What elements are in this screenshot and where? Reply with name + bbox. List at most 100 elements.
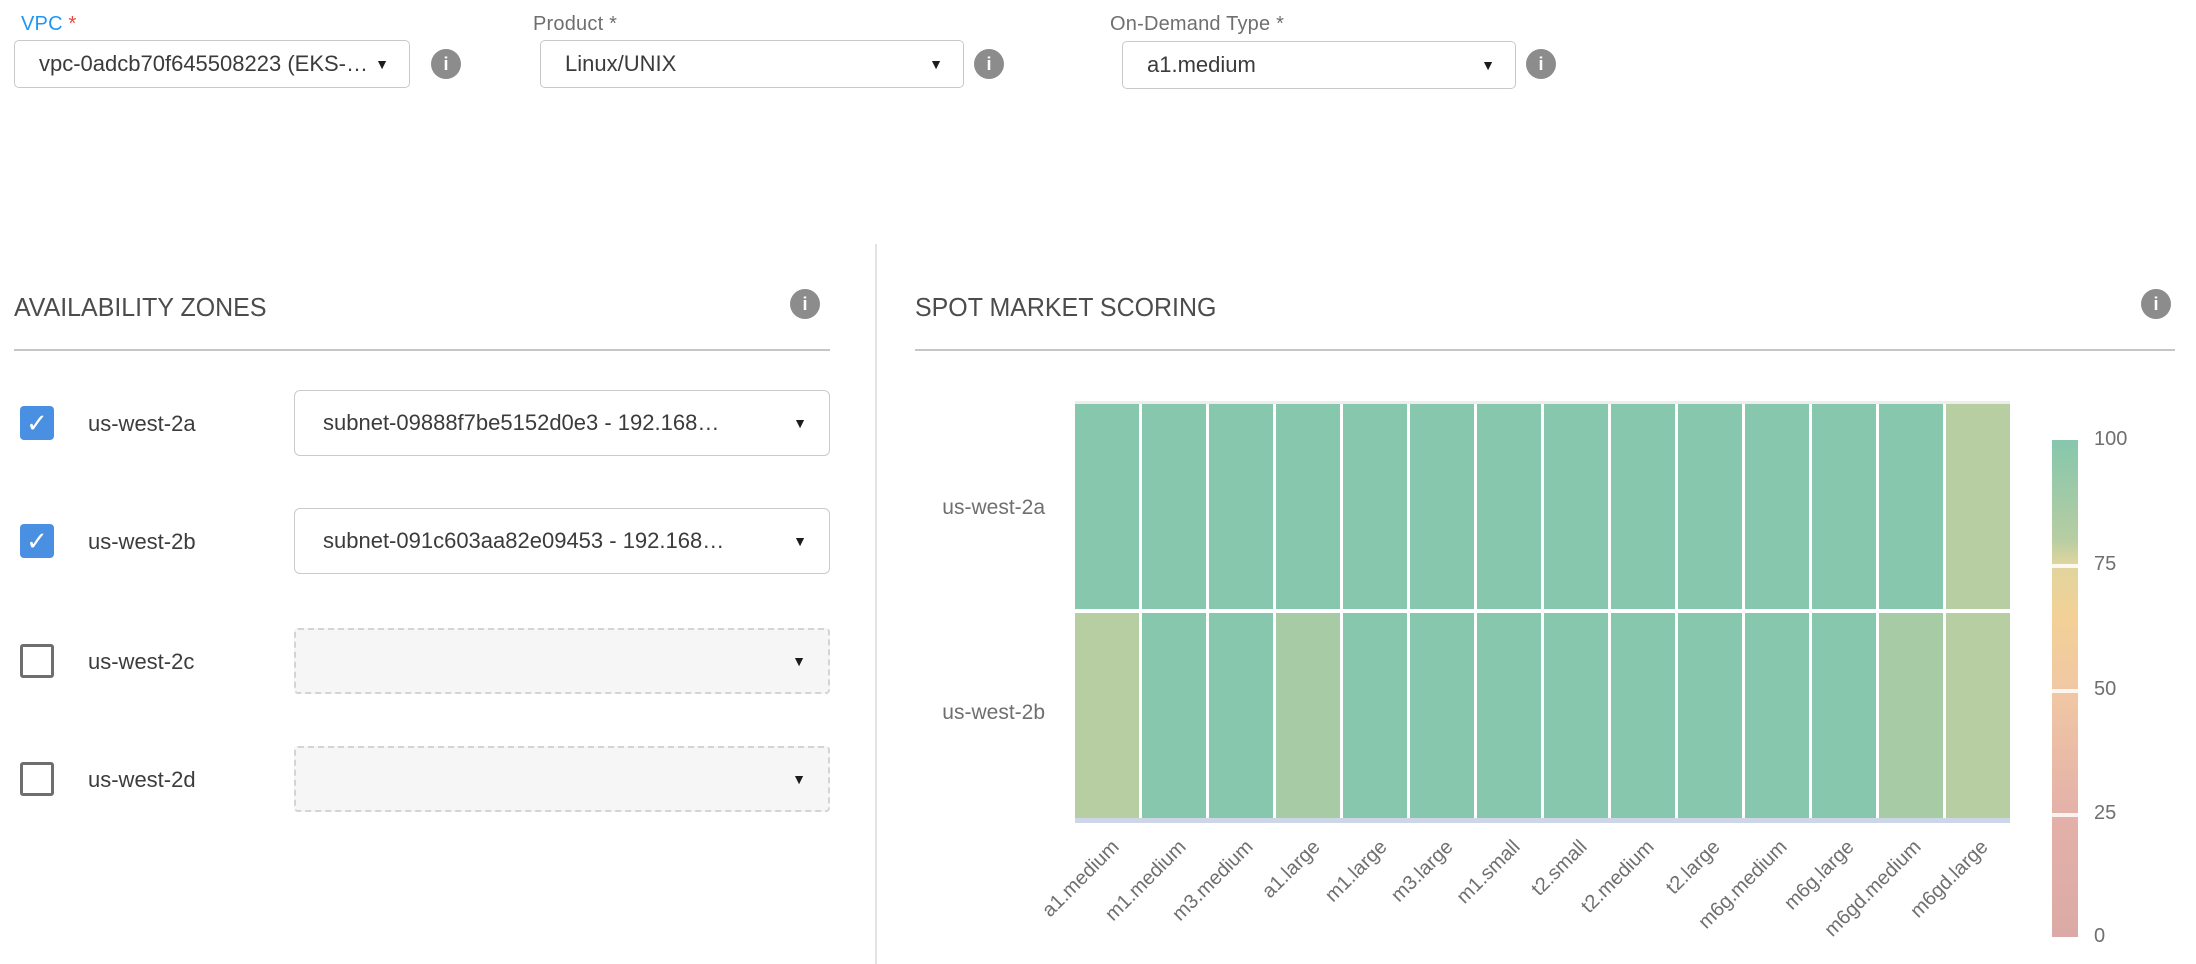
az-checkbox-us-west-2d[interactable] xyxy=(20,762,54,796)
az-checkbox-us-west-2a[interactable]: ✓ xyxy=(20,406,54,440)
az-checkbox-us-west-2b[interactable]: ✓ xyxy=(20,524,54,558)
heatmap-cell xyxy=(1946,404,2010,609)
product-select[interactable]: Linux/UNIX ▼ xyxy=(540,40,964,88)
heatmap-cell xyxy=(1477,404,1541,609)
heatmap-cell xyxy=(1209,613,1273,818)
checkmark-icon: ✓ xyxy=(26,526,48,557)
heatmap-cell xyxy=(1544,613,1608,818)
az-zone-label: us-west-2d xyxy=(88,767,196,793)
heatmap-cell xyxy=(1812,404,1876,609)
heatmap-cell xyxy=(1276,613,1340,818)
x-axis-label: t2.small xyxy=(1527,836,1592,901)
heatmap-cell xyxy=(1678,404,1742,609)
subnet-select-us-west-2a[interactable]: subnet-09888f7be5152d0e3 - 192.168… ▼ xyxy=(294,390,830,456)
colorbar-tick xyxy=(2052,813,2078,817)
heatmap-cell xyxy=(1946,613,2010,818)
subnet-select-value: subnet-09888f7be5152d0e3 - 192.168… xyxy=(295,410,793,436)
colorbar-tick xyxy=(2052,564,2078,568)
chevron-down-icon: ▼ xyxy=(1481,58,1495,72)
product-select-value: Linux/UNIX xyxy=(541,51,929,77)
x-axis-label: m1.small xyxy=(1453,836,1526,909)
heatmap-x-axis: a1.mediumm1.mediumm3.mediuma1.largem1.la… xyxy=(1075,822,2010,962)
heatmap-cell xyxy=(1678,613,1742,818)
x-axis-label: m3.large xyxy=(1387,836,1458,907)
heatmap-cell xyxy=(1142,404,1206,609)
az-zone-label: us-west-2b xyxy=(88,529,196,555)
vpc-label: VPC * xyxy=(21,13,76,36)
heatmap-cell xyxy=(1075,613,1139,818)
colorbar-tick xyxy=(2052,689,2078,693)
vpc-required-mark: * xyxy=(69,13,77,35)
subnet-select-us-west-2b[interactable]: subnet-091c603aa82e09453 - 192.168… ▼ xyxy=(294,508,830,574)
info-glyph: i xyxy=(443,54,448,75)
x-axis-label: t2.large xyxy=(1662,836,1725,899)
x-axis-label: m1.large xyxy=(1321,836,1392,907)
info-glyph: i xyxy=(2153,294,2158,315)
az-checkbox-us-west-2c[interactable] xyxy=(20,644,54,678)
heatmap-cell xyxy=(1075,404,1139,609)
heatmap-cell xyxy=(1611,404,1675,609)
heatmap-cell xyxy=(1343,613,1407,818)
availability-zones-title: AVAILABILITY ZONES xyxy=(14,292,266,323)
availability-zones-info-icon[interactable]: i xyxy=(790,289,820,319)
colorbar-tick-label: 50 xyxy=(2094,678,2116,701)
score-colorbar xyxy=(2052,440,2078,937)
on-demand-type-select-value: a1.medium xyxy=(1123,52,1481,78)
heatmap-row-label: us-west-2b xyxy=(880,701,1045,725)
x-axis-label: a1.large xyxy=(1258,836,1325,903)
spot-market-scoring-info-icon[interactable]: i xyxy=(2141,289,2171,319)
heatmap-cell xyxy=(1142,613,1206,818)
vpc-label-text: VPC xyxy=(21,13,63,35)
heatmap-cell xyxy=(1879,404,1943,609)
on-demand-type-label-text: On-Demand Type xyxy=(1110,13,1270,35)
info-glyph: i xyxy=(1538,54,1543,75)
subnet-select-value: subnet-091c603aa82e09453 - 192.168… xyxy=(295,528,793,554)
product-info-icon[interactable]: i xyxy=(974,49,1004,79)
heatmap-cell xyxy=(1343,404,1407,609)
heatmap-cell xyxy=(1745,613,1809,818)
heatmap-cell xyxy=(1209,404,1273,609)
az-zone-label: us-west-2a xyxy=(88,411,196,437)
spot-score-heatmap xyxy=(1075,404,2010,818)
vpc-select-value: vpc-0adcb70f645508223 (EKS-VPC) xyxy=(15,51,375,77)
section-divider xyxy=(875,244,877,964)
chevron-down-icon: ▼ xyxy=(793,416,807,430)
chevron-down-icon: ▼ xyxy=(793,534,807,548)
on-demand-type-label: On-Demand Type * xyxy=(1110,13,1284,36)
heatmap-cell xyxy=(1745,404,1809,609)
info-glyph: i xyxy=(802,294,807,315)
on-demand-type-required-mark: * xyxy=(1276,13,1284,35)
chevron-down-icon: ▼ xyxy=(929,57,943,71)
colorbar-tick-label: 75 xyxy=(2094,553,2116,576)
vpc-select[interactable]: vpc-0adcb70f645508223 (EKS-VPC) ▼ xyxy=(14,40,410,88)
heatmap-cell xyxy=(1410,613,1474,818)
info-glyph: i xyxy=(986,54,991,75)
chevron-down-icon: ▼ xyxy=(792,654,806,668)
heatmap-cell xyxy=(1879,613,1943,818)
chevron-down-icon: ▼ xyxy=(375,57,389,71)
az-zone-label: us-west-2c xyxy=(88,649,194,675)
colorbar-tick-label: 100 xyxy=(2094,428,2127,451)
heatmap-cell xyxy=(1544,404,1608,609)
heatmap-cell xyxy=(1812,613,1876,818)
product-label-text: Product xyxy=(533,13,603,35)
checkmark-icon: ✓ xyxy=(26,408,48,439)
on-demand-type-info-icon[interactable]: i xyxy=(1526,49,1556,79)
colorbar-tick-label: 25 xyxy=(2094,802,2116,825)
heatmap-cell xyxy=(1276,404,1340,609)
colorbar-tick-label: 0 xyxy=(2094,925,2105,948)
on-demand-type-select[interactable]: a1.medium ▼ xyxy=(1122,41,1516,89)
product-required-mark: * xyxy=(609,13,617,35)
subnet-select-us-west-2c[interactable]: ▼ xyxy=(294,628,830,694)
availability-zones-header-divider xyxy=(14,349,830,351)
heatmap-row-label: us-west-2a xyxy=(880,496,1045,520)
spot-market-scoring-title: SPOT MARKET SCORING xyxy=(915,292,1216,323)
spot-market-header-divider xyxy=(915,349,2175,351)
heatmap-cell xyxy=(1410,404,1474,609)
spot-console-page: VPC * vpc-0adcb70f645508223 (EKS-VPC) ▼ … xyxy=(0,0,2196,964)
subnet-select-us-west-2d[interactable]: ▼ xyxy=(294,746,830,812)
vpc-info-icon[interactable]: i xyxy=(431,49,461,79)
heatmap-cell xyxy=(1477,613,1541,818)
heatmap-cell xyxy=(1611,613,1675,818)
product-label: Product * xyxy=(533,13,617,36)
